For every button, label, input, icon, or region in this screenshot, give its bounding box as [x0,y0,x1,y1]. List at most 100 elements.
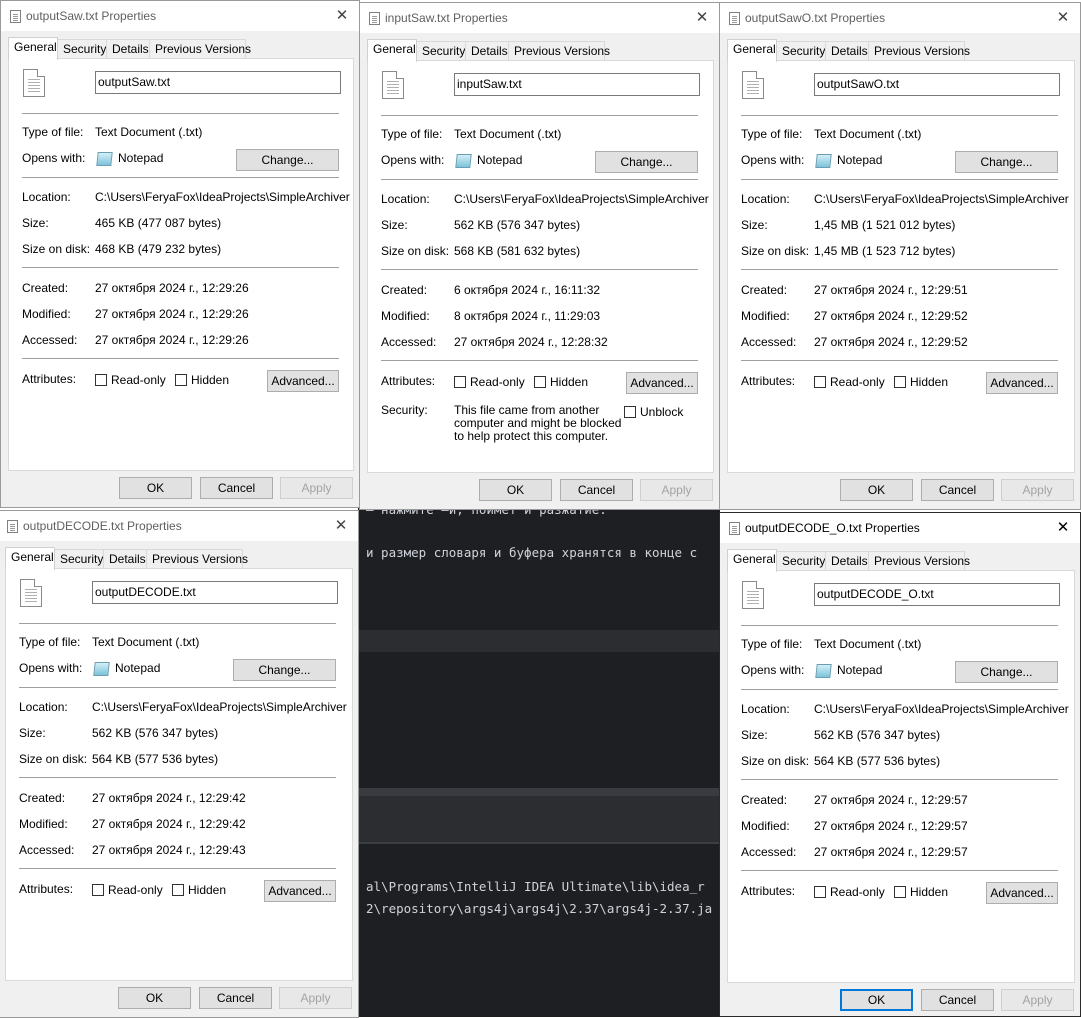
hidden-label[interactable]: Hidden [550,375,588,389]
ok-button[interactable]: OK [479,479,552,501]
change-button[interactable]: Change... [955,151,1058,173]
type-label: Type of file: [741,127,803,141]
title-bar[interactable]: outputSawO.txt Properties ✕ [720,3,1080,33]
cancel-button[interactable]: Cancel [199,987,272,1009]
hidden-checkbox[interactable] [175,374,187,386]
tab-details[interactable]: Details [103,549,147,569]
readonly-checkbox[interactable] [92,884,104,896]
tab-security[interactable]: Security [54,549,104,569]
opens-with-label: Opens with: [381,153,445,167]
tab-previous-versions[interactable]: Previous Versions [868,551,970,571]
tab-previous-versions[interactable]: Previous Versions [508,41,610,61]
readonly-checkbox[interactable] [814,376,826,388]
tab-general[interactable]: General [367,39,417,62]
change-button[interactable]: Change... [233,659,336,681]
advanced-button[interactable]: Advanced... [626,372,698,394]
tab-security[interactable]: Security [57,39,107,59]
cancel-button[interactable]: Cancel [921,989,994,1011]
tab-previous-versions[interactable]: Previous Versions [146,549,248,569]
modified-value: 27 октября 2024 г., 12:29:26 [95,307,249,321]
separator [741,115,1058,116]
tab-details[interactable]: Details [106,39,150,59]
close-icon[interactable]: ✕ [330,515,352,537]
advanced-button[interactable]: Advanced... [986,372,1058,394]
close-icon[interactable]: ✕ [691,7,713,29]
size-on-disk-label: Size on disk: [381,244,450,258]
modified-label: Modified: [381,309,430,323]
filename-field[interactable]: outputSawO.txt [814,73,1060,96]
filename-field[interactable]: outputDECODE_O.txt [814,583,1060,606]
tab-details[interactable]: Details [825,41,869,61]
close-icon[interactable]: ✕ [331,5,353,27]
tab-general[interactable]: General [727,549,777,572]
type-value: Text Document (.txt) [454,127,562,141]
tab-general[interactable]: General [8,37,58,60]
cancel-button[interactable]: Cancel [921,479,994,501]
readonly-checkbox[interactable] [95,374,107,386]
tab-general[interactable]: General [5,547,55,570]
general-panel: outputSaw.txt Type of file: Text Document … [8,58,354,471]
ok-button[interactable]: OK [118,987,191,1009]
ok-button[interactable]: OK [840,479,913,501]
readonly-label[interactable]: Read-only [830,375,885,389]
advanced-button[interactable]: Advanced... [986,882,1058,904]
title-bar[interactable]: outputSaw.txt Properties ✕ [1,1,359,31]
separator [741,779,1058,780]
tab-previous-versions[interactable]: Previous Versions [149,39,251,59]
notepad-icon [96,152,113,166]
cancel-button[interactable]: Cancel [560,479,633,501]
advanced-button[interactable]: Advanced... [267,370,339,392]
hidden-checkbox[interactable] [894,886,906,898]
opens-with-label: Opens with: [22,151,86,165]
unblock-label[interactable]: Unblock [640,405,683,419]
title-bar[interactable]: outputDECODE.txt Properties ✕ [0,511,358,541]
hidden-checkbox[interactable] [894,376,906,388]
notepad-icon [455,154,472,168]
readonly-label[interactable]: Read-only [830,885,885,899]
apply-button[interactable]: Apply [1001,989,1074,1011]
hidden-label[interactable]: Hidden [910,885,948,899]
close-icon[interactable]: ✕ [1052,7,1074,29]
tab-security[interactable]: Security [776,551,826,571]
readonly-label[interactable]: Read-only [111,373,166,387]
tab-details[interactable]: Details [825,551,869,571]
tab-security[interactable]: Security [776,41,826,61]
ok-button[interactable]: OK [840,989,913,1011]
hidden-checkbox[interactable] [534,376,546,388]
close-icon[interactable]: ✕ [1052,517,1074,539]
title-bar[interactable]: outputDECODE_O.txt Properties ✕ [720,513,1080,543]
unblock-checkbox[interactable] [624,406,636,418]
apply-button[interactable]: Apply [280,477,353,499]
filename-field[interactable]: outputDECODE.txt [92,581,338,604]
change-button[interactable]: Change... [595,151,698,173]
apply-button[interactable]: Apply [279,987,352,1009]
change-button[interactable]: Change... [236,149,339,171]
readonly-checkbox[interactable] [454,376,466,388]
title-bar[interactable]: inputSaw.txt Properties ✕ [360,3,719,33]
hidden-checkbox[interactable] [172,884,184,896]
advanced-button[interactable]: Advanced... [264,880,336,902]
text-file-icon [23,69,45,97]
ide-console-line: 2\repository\args4j\args4j\2.37\args4j-2… [366,901,713,916]
readonly-label[interactable]: Read-only [470,375,525,389]
readonly-checkbox[interactable] [814,886,826,898]
cancel-button[interactable]: Cancel [200,477,273,499]
security-label: Security: [381,403,428,417]
hidden-label[interactable]: Hidden [910,375,948,389]
hidden-label[interactable]: Hidden [188,883,226,897]
hidden-label[interactable]: Hidden [191,373,229,387]
tab-security[interactable]: Security [416,41,466,61]
tab-previous-versions[interactable]: Previous Versions [868,41,970,61]
type-value: Text Document (.txt) [814,637,922,651]
accessed-label: Accessed: [19,843,75,857]
tab-details[interactable]: Details [465,41,509,61]
apply-button[interactable]: Apply [640,479,713,501]
change-button[interactable]: Change... [955,661,1058,683]
ok-button[interactable]: OK [119,477,192,499]
tab-general[interactable]: General [727,39,777,62]
separator [22,113,339,114]
filename-field[interactable]: inputSaw.txt [454,73,700,96]
readonly-label[interactable]: Read-only [108,883,163,897]
apply-button[interactable]: Apply [1001,479,1074,501]
filename-field[interactable]: outputSaw.txt [95,71,341,94]
